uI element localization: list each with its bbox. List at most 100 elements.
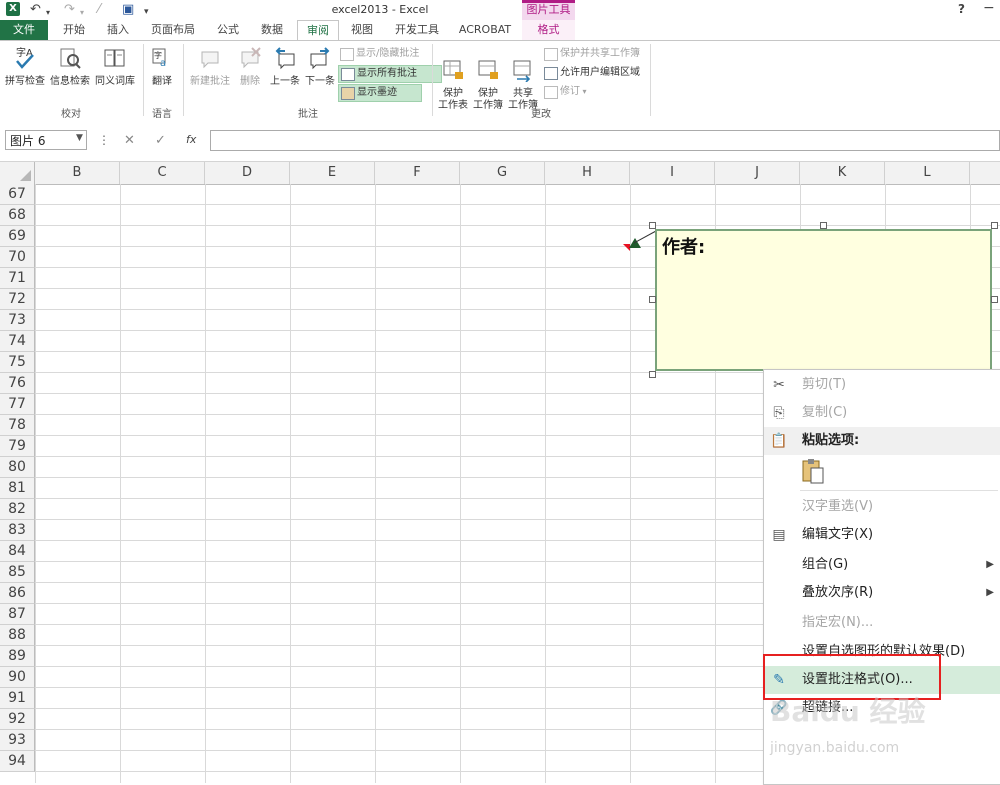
track-changes-button[interactable]: 修订 ▾ <box>542 84 610 100</box>
column-header[interactable]: L <box>885 162 970 184</box>
row-header[interactable]: 79 <box>0 436 35 457</box>
row-header[interactable]: 73 <box>0 310 35 331</box>
row-header[interactable]: 94 <box>0 751 35 772</box>
row-header[interactable]: 80 <box>0 457 35 478</box>
column-header[interactable]: I <box>630 162 715 184</box>
row-header[interactable]: 78 <box>0 415 35 436</box>
ribbon-separator <box>183 44 184 116</box>
name-box-dropdown-icon[interactable]: ▼ <box>76 133 83 143</box>
menu-item-reconvert[interactable]: 汉字重选(V) <box>764 493 1000 521</box>
cancel-entry-button[interactable]: ✕ <box>124 133 135 148</box>
translate-button[interactable]: a字 翻译 <box>147 46 177 88</box>
row-header[interactable]: 87 <box>0 604 35 625</box>
resize-handle[interactable] <box>649 222 656 229</box>
tab-formulas[interactable]: 公式 <box>210 20 246 40</box>
menu-item-cut[interactable]: ✂ 剪切(T) <box>764 371 1000 399</box>
show-all-comments-button[interactable]: 显示所有批注 <box>338 65 442 83</box>
row-header[interactable]: 83 <box>0 520 35 541</box>
row-header[interactable]: 89 <box>0 646 35 667</box>
resize-handle[interactable] <box>991 296 998 303</box>
row-header[interactable]: 71 <box>0 268 35 289</box>
enter-entry-button[interactable]: ✓ <box>155 133 166 148</box>
tab-developer[interactable]: 开发工具 <box>388 20 446 40</box>
tab-home[interactable]: 开始 <box>56 20 92 40</box>
column-header[interactable]: C <box>120 162 205 184</box>
row-header[interactable]: 84 <box>0 541 35 562</box>
tab-insert[interactable]: 插入 <box>100 20 136 40</box>
row-header[interactable]: 81 <box>0 478 35 499</box>
delete-comment-button[interactable]: 删除 <box>236 46 264 88</box>
column-header[interactable]: K <box>800 162 885 184</box>
row-header[interactable]: 91 <box>0 688 35 709</box>
spelling-button[interactable]: 字A 拼写检查 <box>4 46 46 88</box>
column-header[interactable]: J <box>715 162 800 184</box>
column-header[interactable]: D <box>205 162 290 184</box>
protect-and-share-label: 保护并共享工作簿 <box>560 48 640 59</box>
tab-acrobat[interactable]: ACROBAT <box>454 20 516 40</box>
insert-function-button[interactable]: fx <box>186 133 196 146</box>
row-header[interactable]: 72 <box>0 289 35 310</box>
row-header[interactable]: 92 <box>0 709 35 730</box>
previous-comment-label: 上一条 <box>270 76 300 87</box>
tab-page-layout[interactable]: 页面布局 <box>144 20 202 40</box>
resize-handle[interactable] <box>820 222 827 229</box>
track-dropdown-icon: ▾ <box>580 87 587 96</box>
menu-item-assign-macro[interactable]: 指定宏(N)... <box>764 609 1000 637</box>
tab-review[interactable]: 审阅 <box>297 20 339 41</box>
previous-comment-button[interactable]: 上一条 <box>268 46 302 88</box>
customize-qat-icon[interactable]: ▾ <box>144 3 149 21</box>
next-comment-button[interactable]: 下一条 <box>303 46 337 88</box>
row-header[interactable]: 85 <box>0 562 35 583</box>
format-painter-icon[interactable]: ⁄ <box>98 1 100 19</box>
comment-box[interactable] <box>655 229 992 371</box>
menu-item-order[interactable]: 叠放次序(R) ▶ <box>764 579 1000 607</box>
row-header[interactable]: 68 <box>0 205 35 226</box>
minimize-button[interactable]: − <box>983 0 995 16</box>
research-button[interactable]: 信息检索 <box>48 46 92 88</box>
paste-option-button[interactable] <box>800 458 826 486</box>
row-header[interactable]: 86 <box>0 583 35 604</box>
row-header[interactable]: 69 <box>0 226 35 247</box>
menu-item-group[interactable]: 组合(G) ▶ <box>764 551 1000 579</box>
formula-bar-more-icon[interactable]: ⋮ <box>98 133 110 147</box>
new-comment-button[interactable]: 新建批注 <box>188 46 232 88</box>
column-header[interactable]: H <box>545 162 630 184</box>
show-hide-comment-button[interactable]: 显示/隐藏批注 <box>338 46 442 62</box>
row-header[interactable]: 77 <box>0 394 35 415</box>
row-header[interactable]: 90 <box>0 667 35 688</box>
resize-handle[interactable] <box>649 296 656 303</box>
protect-and-share-button[interactable]: 保护并共享工作簿 <box>542 46 664 62</box>
resize-handle[interactable] <box>649 371 656 378</box>
row-header[interactable]: 75 <box>0 352 35 373</box>
save-icon[interactable]: ▣ <box>122 1 134 19</box>
row-header[interactable]: 76 <box>0 373 35 394</box>
row-header[interactable]: 82 <box>0 499 35 520</box>
comment-author-text[interactable]: 作者: <box>662 233 705 259</box>
tab-format[interactable]: 格式 <box>522 20 575 40</box>
name-box[interactable]: 图片 6 <box>5 130 87 150</box>
column-header[interactable]: B <box>35 162 120 184</box>
resize-handle[interactable] <box>991 222 998 229</box>
menu-item-copy[interactable]: ⎘ 复制(C) <box>764 399 1000 427</box>
tab-view[interactable]: 视图 <box>344 20 380 40</box>
column-header[interactable]: F <box>375 162 460 184</box>
help-button[interactable]: ? <box>958 2 965 16</box>
protect-workbook-icon <box>478 60 498 79</box>
column-header[interactable]: E <box>290 162 375 184</box>
formula-input[interactable] <box>210 130 1000 151</box>
row-header[interactable]: 70 <box>0 247 35 268</box>
redo-icon[interactable]: ↷ <box>64 1 75 19</box>
allow-edit-ranges-button[interactable]: 允许用户编辑区域 <box>542 65 664 81</box>
undo-icon[interactable]: ↶ <box>30 1 41 19</box>
row-header[interactable]: 74 <box>0 331 35 352</box>
tab-data[interactable]: 数据 <box>254 20 290 40</box>
menu-item-edit-text[interactable]: ▤ 编辑文字(X) <box>764 521 1000 549</box>
row-header[interactable]: 93 <box>0 730 35 751</box>
tab-file[interactable]: 文件 <box>0 20 48 40</box>
show-ink-button[interactable]: 显示墨迹 <box>338 84 422 102</box>
row-header[interactable]: 67 <box>0 184 35 205</box>
column-header[interactable]: G <box>460 162 545 184</box>
thesaurus-button[interactable]: 同义词库 <box>93 46 137 88</box>
row-header[interactable]: 88 <box>0 625 35 646</box>
excel-app-icon[interactable]: X <box>6 2 20 16</box>
